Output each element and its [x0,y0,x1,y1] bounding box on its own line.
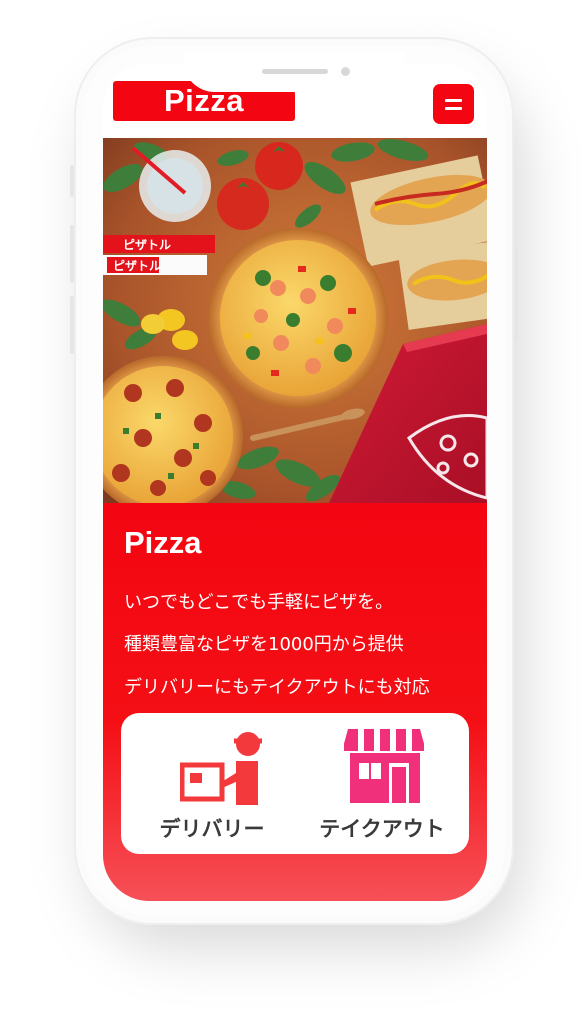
phone-power-button [514,248,518,340]
phone-mute-switch [70,165,74,197]
intro-line-3: デリバリーにもテイクアウトにも対応 [124,677,430,698]
pizza-table-photo: ピザトル ピザトル [103,138,487,503]
storefront-icon [344,729,424,803]
phone-screen: Pizza ピザトル ピザトル Pizza いつでもどこでも手軽にピザを。 種類… [103,63,487,901]
sign-text-1: ピザトル [123,238,171,252]
intro-line-2: 種類豊富なピザを1000円から提供 [124,634,404,655]
sign-text-2: ピザトル [113,259,161,273]
phone-volume-up [70,225,74,283]
speaker-grille [262,69,328,74]
takeout-option[interactable]: テイクアウト [302,713,462,854]
intro-section: Pizza いつでもどこでも手軽にピザを。 種類豊富なピザを1000円から提供 … [103,503,487,901]
front-camera [341,67,350,76]
intro-line-1: いつでもどこでも手軽にピザを。 [124,592,394,613]
intro-title: Pizza [124,525,202,560]
hero-image: ピザトル ピザトル [103,138,487,503]
phone-notch [183,52,405,92]
hamburger-menu-icon [445,98,462,102]
menu-button[interactable] [433,84,474,124]
delivery-person-icon [180,732,262,805]
service-card: デリバリー テイクアウト [121,713,469,854]
delivery-label: デリバリー [159,817,265,841]
delivery-option[interactable]: デリバリー [132,713,292,854]
phone-volume-down [70,296,74,354]
hamburger-menu-icon-bar [445,106,462,110]
takeout-label: テイクアウト [319,817,445,841]
